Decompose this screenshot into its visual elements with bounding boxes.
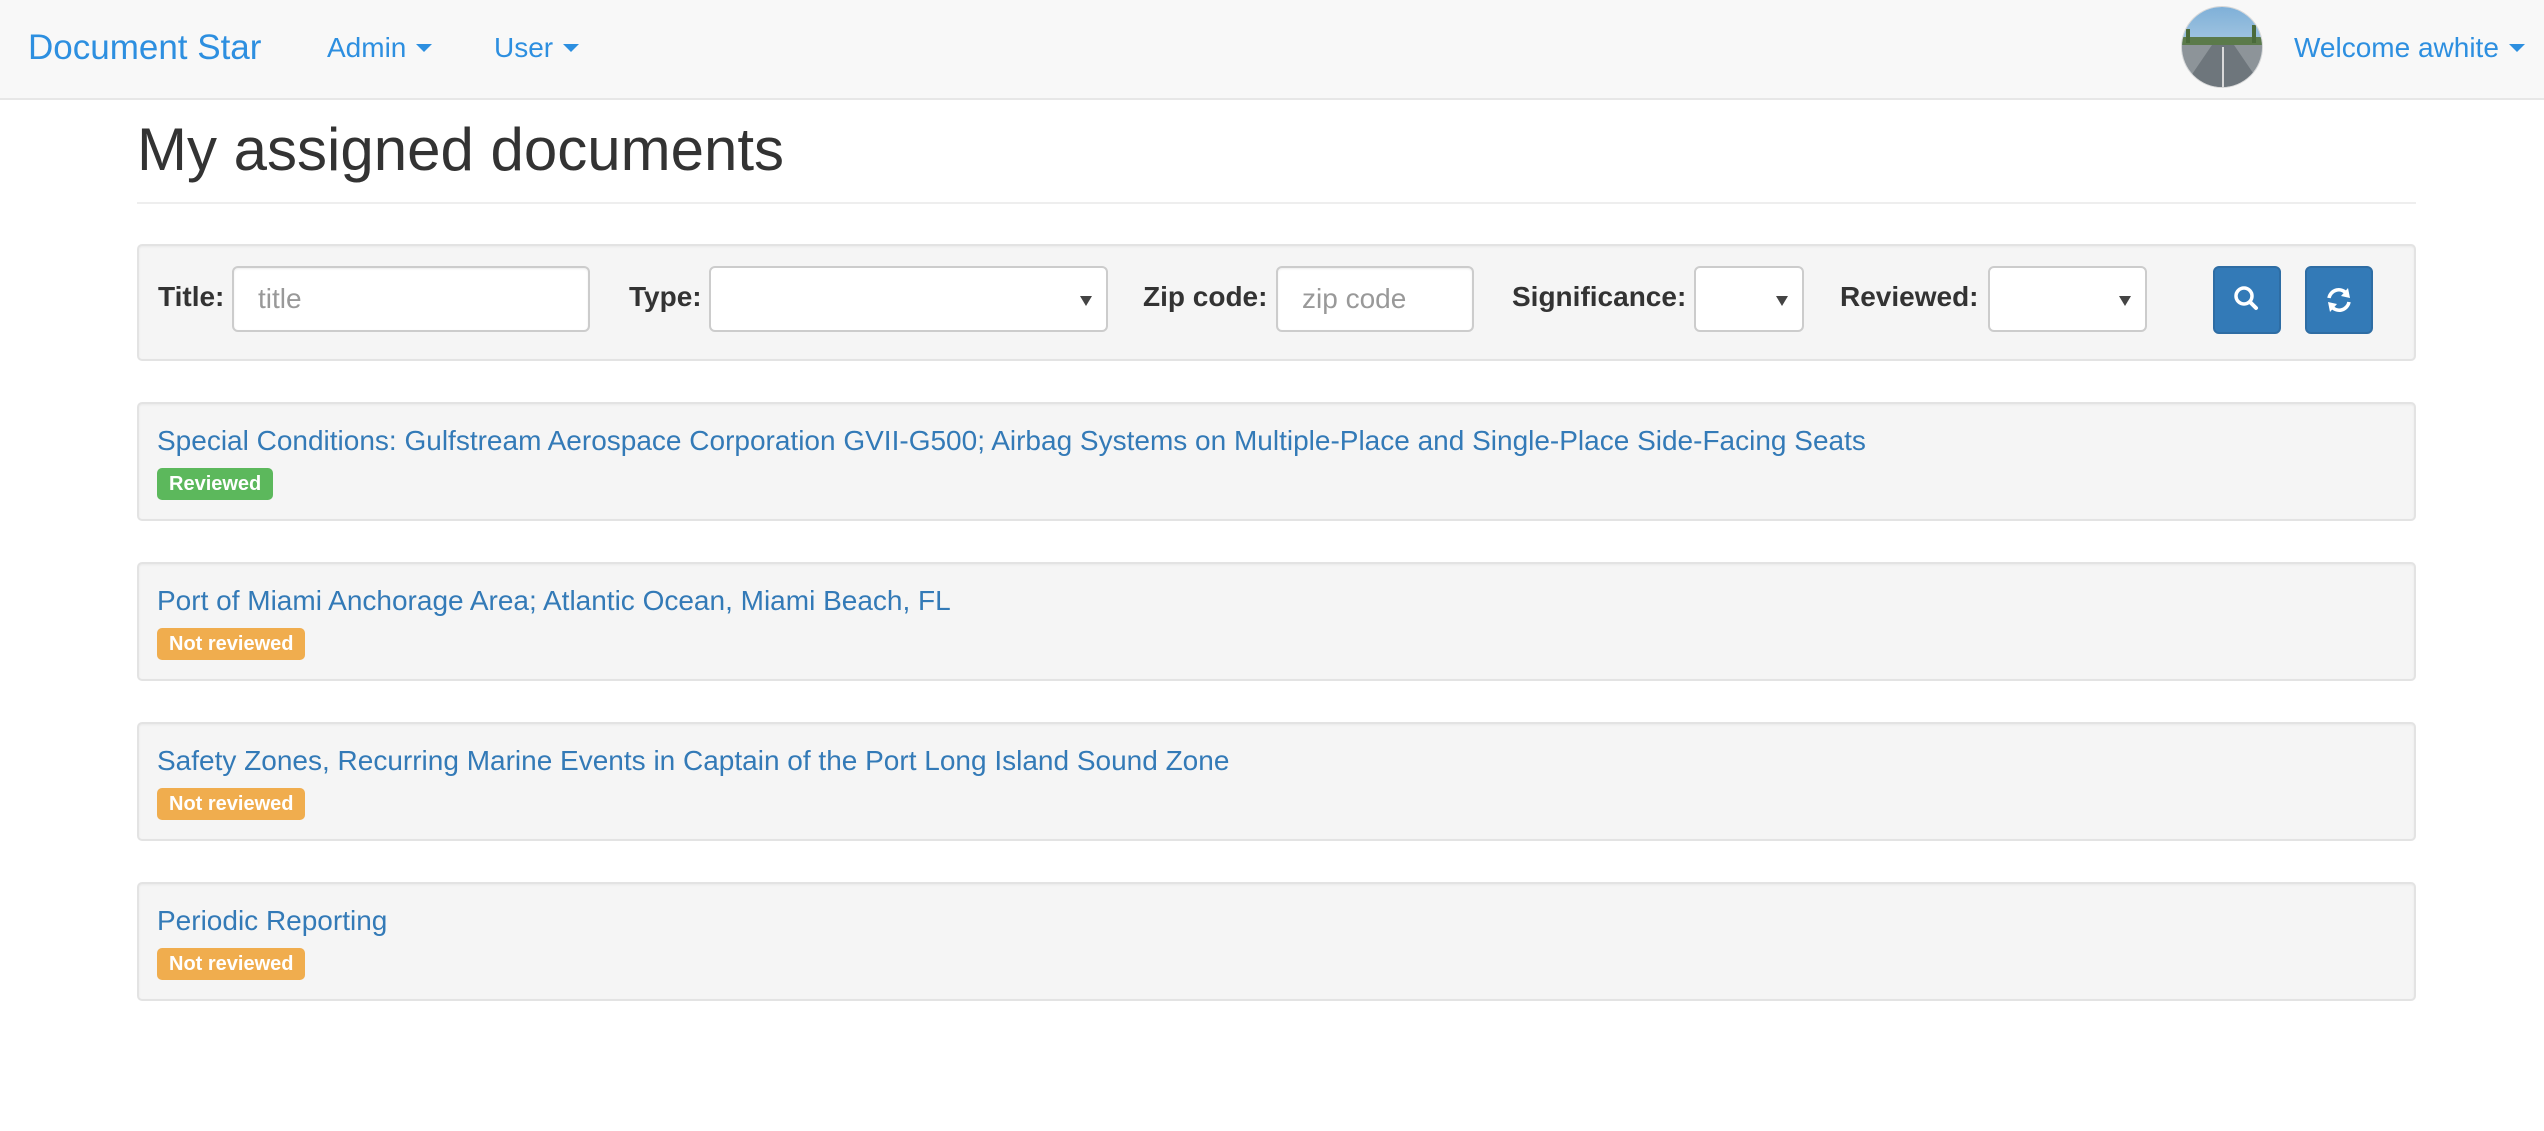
chevron-down-icon: [2508, 43, 2525, 52]
dropdown-arrow-icon: [1080, 296, 1092, 306]
significance-filter-label: Significance:: [1512, 281, 1687, 312]
refresh-icon: [2327, 288, 2351, 312]
document-title-link[interactable]: Periodic Reporting: [157, 904, 387, 938]
search-icon: [2234, 286, 2258, 310]
top-navbar: Document Star Admin User Welcome awhite: [0, 0, 2544, 100]
brand-link[interactable]: Document Star: [28, 26, 261, 70]
filter-form: Title: Type: Zip code: Significance: Rev…: [137, 244, 2416, 361]
reviewed-filter-label: Reviewed:: [1840, 281, 1979, 312]
reviewed-filter-select[interactable]: [1988, 266, 2147, 332]
status-badge: Not reviewed: [157, 948, 306, 980]
admin-menu-label: Admin: [327, 32, 407, 63]
type-filter-label: Type:: [629, 281, 702, 312]
chevron-down-icon: [563, 43, 580, 52]
document-title-link[interactable]: Special Conditions: Gulfstream Aerospace…: [157, 424, 1866, 458]
list-item: Safety Zones, Recurring Marine Events in…: [137, 722, 2416, 841]
list-item: Periodic Reporting Not reviewed: [137, 882, 2416, 1001]
chevron-down-icon: [416, 43, 433, 52]
status-badge: Not reviewed: [157, 628, 306, 660]
title-filter-input[interactable]: [232, 266, 590, 332]
significance-filter-select[interactable]: [1694, 266, 1804, 332]
zip-filter-input[interactable]: [1276, 266, 1474, 332]
document-title-link[interactable]: Port of Miami Anchorage Area; Atlantic O…: [157, 584, 951, 618]
dropdown-arrow-icon: [2119, 296, 2131, 306]
type-filter-select[interactable]: [709, 266, 1108, 332]
user-menu-label: User: [494, 32, 554, 63]
status-badge: Reviewed: [157, 468, 274, 500]
title-divider: [137, 202, 2416, 204]
welcome-label: Welcome awhite: [2294, 32, 2499, 63]
list-item: Port of Miami Anchorage Area; Atlantic O…: [137, 562, 2416, 681]
list-item: Special Conditions: Gulfstream Aerospace…: [137, 402, 2416, 521]
status-badge: Not reviewed: [157, 788, 306, 820]
avatar[interactable]: [2181, 6, 2263, 88]
zip-filter-label: Zip code:: [1143, 281, 1268, 312]
dropdown-arrow-icon: [1776, 296, 1788, 306]
search-button[interactable]: [2213, 266, 2281, 334]
title-filter-label: Title:: [158, 281, 225, 312]
user-menu[interactable]: User: [494, 30, 580, 66]
admin-menu[interactable]: Admin: [327, 30, 433, 66]
welcome-menu[interactable]: Welcome awhite: [2294, 30, 2525, 66]
avatar-image: [2182, 7, 2262, 87]
refresh-button[interactable]: [2305, 266, 2373, 334]
page-title: My assigned documents: [137, 116, 784, 183]
document-title-link[interactable]: Safety Zones, Recurring Marine Events in…: [157, 744, 1229, 778]
